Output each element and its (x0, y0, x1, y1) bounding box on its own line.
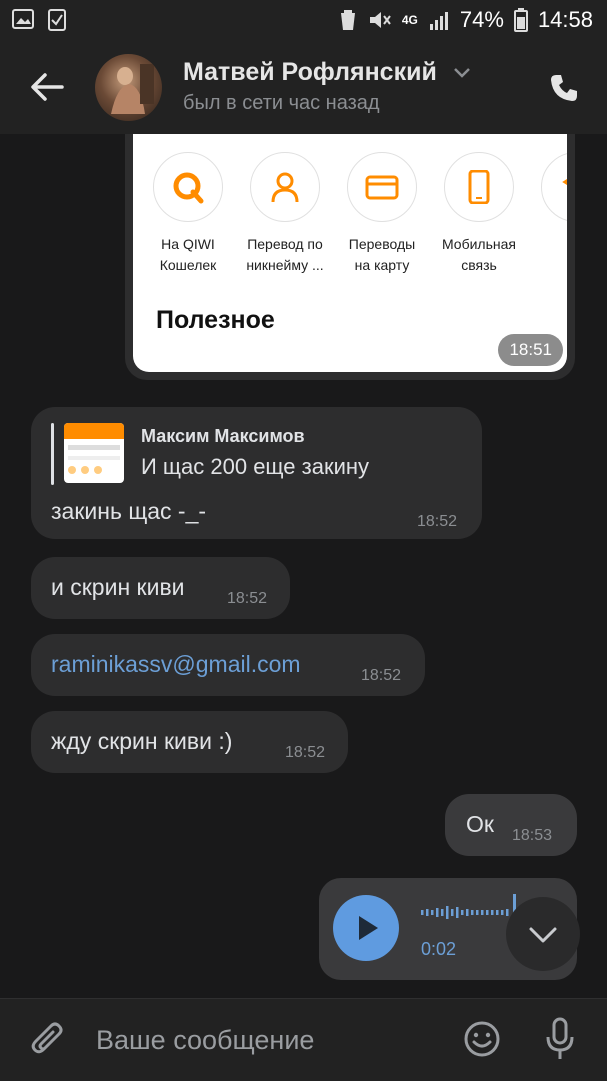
play-button[interactable] (333, 895, 399, 961)
message-input[interactable]: Ваше сообщение (96, 1025, 314, 1056)
qiwi-tile-nickname: Перевод по никнейму ... (241, 152, 329, 276)
message-bubble[interactable]: Максим Максимов И щас 200 еще закину зак… (31, 407, 482, 539)
mute-icon (369, 12, 391, 28)
message-bubble[interactable]: жду скрин киви :) 18:52 (31, 711, 348, 773)
chat-header: Матвей Рофлянский был в сети час назад (0, 40, 607, 134)
clock: 14:58 (537, 7, 593, 32)
microphone-icon[interactable] (545, 1017, 575, 1061)
message-time: 18:53 (512, 827, 553, 844)
qiwi-logo-icon (173, 172, 204, 204)
paperclip-icon[interactable] (30, 1019, 66, 1059)
qiwi-tile-wallet: На QIWI Кошелек (144, 152, 232, 276)
avatar[interactable] (95, 54, 162, 121)
reply-thumbnail (64, 423, 124, 483)
message-time: 18:52 (227, 590, 268, 607)
section-title: Полезное (156, 306, 275, 334)
battery-icon (513, 8, 528, 32)
message-composer: Ваше сообщение (0, 998, 607, 1081)
reply-bar (51, 423, 54, 485)
network-type: 4G (401, 13, 418, 27)
message-time: 18:51 (498, 334, 563, 366)
message-text: закинь щас -_- (51, 498, 207, 524)
message-time: 18:52 (361, 667, 402, 684)
message-text: Ок (466, 811, 494, 837)
contact-status: был в сети час назад (183, 92, 380, 114)
message-time: 18:52 (417, 513, 458, 530)
gallery-notification-icon (12, 9, 34, 29)
mobile-phone-icon (468, 170, 490, 204)
signal-icon (429, 12, 448, 30)
person-icon (271, 172, 299, 203)
email-link[interactable]: raminikassv@gmail.com (51, 651, 301, 678)
status-bar: 4G 74% 14:58 (0, 0, 607, 40)
play-icon (359, 916, 378, 940)
phone-call-icon[interactable] (549, 73, 579, 103)
message-bubble-outgoing[interactable]: Ок 18:53 (445, 794, 577, 856)
chevron-down-icon (529, 927, 557, 943)
message-time: 18:52 (285, 744, 326, 761)
contact-name[interactable]: Матвей Рофлянский (183, 58, 470, 87)
scroll-down-button[interactable] (506, 897, 580, 971)
gift-icon (562, 178, 567, 186)
voice-duration: 0:02 (421, 939, 457, 959)
battery-percent: 74% (459, 7, 504, 32)
reply-text: И щас 200 еще закину (141, 454, 370, 479)
message-bubble[interactable]: и скрин киви 18:52 (31, 557, 290, 619)
qiwi-screenshot: На QIWI Кошелек Перевод по никнейму ... Пе… (133, 134, 567, 372)
card-icon (365, 175, 399, 200)
emoji-icon[interactable] (463, 1020, 501, 1058)
message-text: жду скрин киви :) (51, 728, 233, 754)
qiwi-tile-partial: Ра (532, 152, 567, 255)
qiwi-tile-mobile: Мобильная связь (435, 152, 523, 276)
task-notification-icon (48, 9, 66, 31)
back-arrow-icon[interactable] (30, 72, 64, 102)
message-bubble[interactable]: raminikassv@gmail.com 18:52 (31, 634, 425, 696)
recycle-icon (340, 10, 355, 30)
chevron-down-icon[interactable] (453, 68, 470, 79)
qiwi-tile-card: Переводы на карту (338, 152, 426, 276)
image-message[interactable]: На QIWI Кошелек Перевод по никнейму ... Пе… (125, 134, 575, 380)
message-text: и скрин киви (51, 574, 185, 600)
reply-author: Максим Максимов (141, 426, 305, 446)
